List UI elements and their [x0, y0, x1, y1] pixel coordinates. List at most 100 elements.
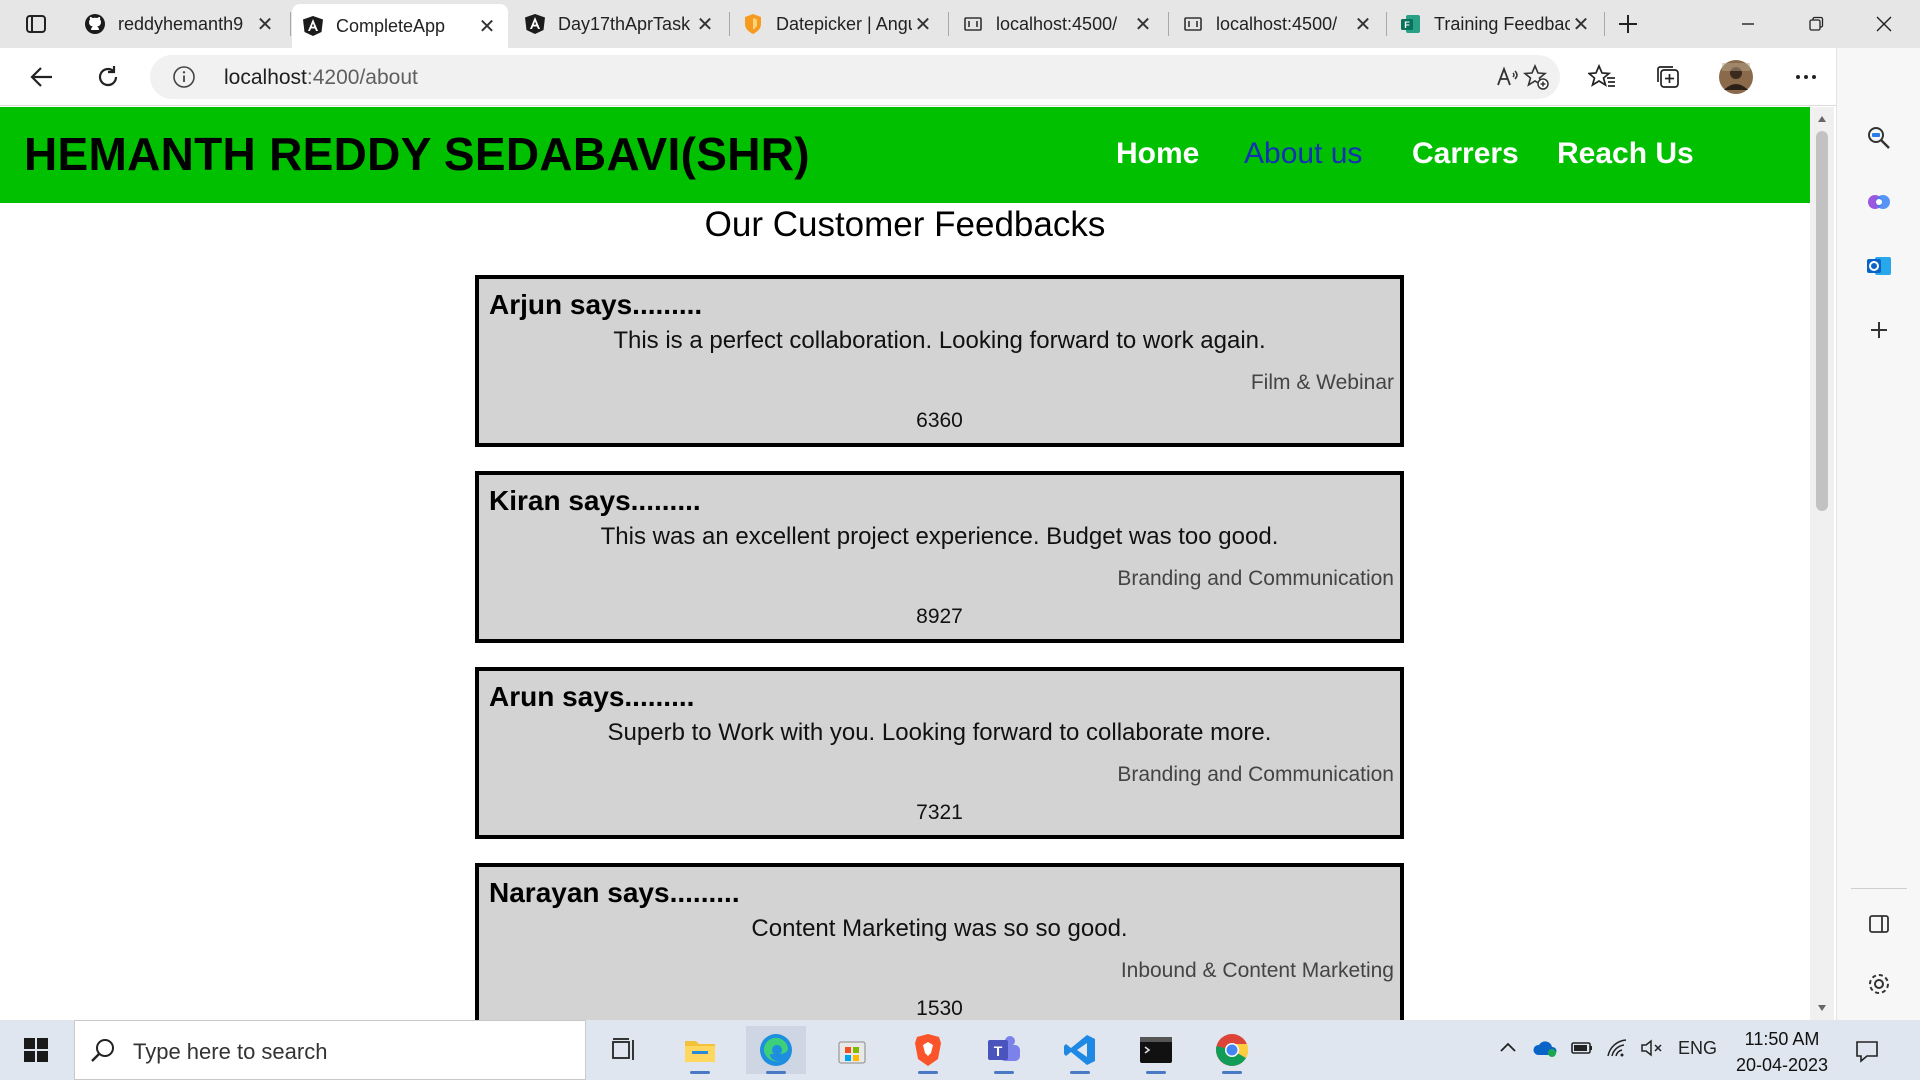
tab-divider	[290, 12, 291, 36]
sidebar-outlook-button[interactable]	[1859, 246, 1899, 286]
tab-completeapp[interactable]: CompleteApp ✕	[292, 4, 508, 48]
tab-title: Datepicker | Angular	[776, 13, 912, 34]
store-icon	[838, 1041, 866, 1064]
taskbar-file-explorer[interactable]	[670, 1026, 730, 1074]
tab-datepicker[interactable]: Datepicker | Angular ✕	[732, 6, 944, 42]
feedback-message: Content Marketing was so so good.	[751, 915, 1128, 942]
onedrive-tray-button[interactable]	[1532, 1038, 1558, 1063]
site-brand[interactable]: HEMANTH REDDY SEDABAVI(SHR)	[24, 127, 810, 181]
nav-about-link[interactable]: About us	[1244, 137, 1362, 171]
tab-actions-button[interactable]	[10, 0, 62, 48]
taskbar-brave[interactable]	[898, 1026, 958, 1074]
url-host: localhost	[224, 66, 307, 89]
favorites-icon	[1588, 63, 1615, 87]
search-icon	[91, 1039, 114, 1062]
tab-title: CompleteApp	[336, 15, 446, 36]
input-language[interactable]: ENG	[1678, 1038, 1717, 1059]
brave-icon	[915, 1034, 941, 1066]
url-path: :4200/about	[306, 66, 418, 89]
info-icon[interactable]	[172, 65, 196, 89]
tab-day17[interactable]: Day17thAprTask ✕	[514, 6, 726, 42]
edge-sidebar	[1836, 48, 1920, 1020]
sidebar-search-button[interactable]	[1859, 118, 1899, 158]
avatar	[1719, 60, 1753, 94]
taskbar-store[interactable]	[822, 1026, 882, 1074]
sidebar-toggle-icon	[1869, 915, 1889, 933]
settings-more-button[interactable]	[1786, 57, 1826, 97]
tab-github[interactable]: reddyhemanth9 ✕	[74, 6, 286, 42]
taskbar-search-box[interactable]: Type here to search	[74, 1020, 586, 1080]
tab-training-feedback[interactable]: F Training Feedback ✕	[1390, 6, 1602, 42]
new-tab-button[interactable]	[1612, 8, 1644, 40]
taskbar-vscode[interactable]	[1050, 1026, 1110, 1074]
wifi-icon	[1607, 1039, 1627, 1057]
favorites-button[interactable]	[1582, 57, 1622, 97]
back-button[interactable]	[22, 57, 62, 97]
taskbar-terminal[interactable]	[1126, 1026, 1186, 1074]
running-indicator	[690, 1071, 710, 1074]
task-view-button[interactable]	[594, 1026, 654, 1074]
restore-button[interactable]	[1782, 0, 1850, 48]
feedback-number: 6360	[916, 409, 963, 432]
close-tab-icon[interactable]: ✕	[912, 13, 934, 36]
volume-muted-icon	[1641, 1039, 1662, 1057]
show-hidden-icons-button[interactable]	[1498, 1038, 1518, 1063]
feedback-number: 7321	[916, 801, 963, 824]
tab-localhost-4500-a[interactable]: localhost:4500/ ✕	[952, 6, 1164, 42]
tab-divider	[729, 12, 730, 36]
taskbar-edge[interactable]	[746, 1026, 806, 1074]
taskbar-chrome[interactable]	[1202, 1026, 1262, 1074]
localhost-icon	[1182, 13, 1204, 35]
nav-reach-link[interactable]: Reach Us	[1557, 137, 1694, 171]
close-icon	[1876, 16, 1892, 32]
collections-button[interactable]	[1648, 57, 1688, 97]
tab-localhost-4500-b[interactable]: localhost:4500/ ✕	[1172, 6, 1384, 42]
feedback-number: 8927	[916, 605, 963, 628]
page-scrollbar[interactable]	[1810, 107, 1834, 1020]
notifications-button[interactable]	[1850, 1034, 1884, 1068]
close-tab-icon[interactable]: ✕	[476, 15, 498, 38]
battery-tray-button[interactable]	[1570, 1038, 1594, 1063]
folder-icon	[685, 1041, 715, 1062]
close-tab-icon[interactable]: ✕	[1570, 13, 1592, 36]
read-aloud-button[interactable]	[1494, 63, 1522, 91]
sidebar-settings-button[interactable]	[1859, 964, 1899, 1004]
taskbar-teams[interactable]: T	[974, 1026, 1034, 1074]
scroll-up-icon[interactable]	[1814, 111, 1830, 127]
close-tab-icon[interactable]: ✕	[254, 13, 276, 36]
refresh-button[interactable]	[88, 57, 128, 97]
refresh-icon	[98, 66, 118, 87]
feedback-author: Arjun says.........	[489, 289, 703, 320]
chevron-up-icon	[1500, 1042, 1516, 1052]
scrollbar-thumb[interactable]	[1816, 131, 1828, 511]
wifi-tray-button[interactable]	[1606, 1038, 1630, 1063]
system-clock[interactable]: 11:50 AM 20-04-2023	[1720, 1026, 1844, 1078]
start-button[interactable]	[0, 1020, 72, 1080]
nav-home-link[interactable]: Home	[1116, 137, 1199, 171]
profile-button[interactable]	[1716, 57, 1756, 97]
svg-text:T: T	[994, 1043, 1003, 1059]
github-icon	[84, 13, 106, 35]
sidebar-add-button[interactable]	[1859, 310, 1899, 350]
close-tab-icon[interactable]: ✕	[1132, 13, 1154, 36]
scroll-down-icon[interactable]	[1814, 1000, 1830, 1016]
taskbar: Type here to search T ENG 11:50 AM 20-04…	[0, 1020, 1920, 1080]
page-title: Our Customer Feedbacks	[704, 205, 1106, 244]
sidebar-copilot-button[interactable]	[1859, 182, 1899, 222]
collections-icon	[1657, 66, 1679, 88]
copilot-icon	[1868, 195, 1890, 209]
minimize-button[interactable]	[1714, 0, 1782, 48]
sidebar-hide-button[interactable]	[1859, 904, 1899, 944]
close-window-button[interactable]	[1850, 0, 1918, 48]
nav-careers-link[interactable]: Carrers	[1412, 137, 1519, 171]
address-bar[interactable]: localhost:4200/about	[150, 55, 1560, 99]
address-url[interactable]: localhost:4200/about	[224, 66, 418, 90]
vscode-icon	[1064, 1035, 1095, 1065]
volume-tray-button[interactable]	[1640, 1038, 1664, 1063]
add-favorite-button[interactable]	[1522, 63, 1550, 91]
feedback-author: Arun says.........	[489, 681, 695, 712]
close-tab-icon[interactable]: ✕	[694, 13, 716, 36]
close-tab-icon[interactable]: ✕	[1352, 13, 1374, 36]
svg-text:F: F	[1404, 20, 1410, 30]
notification-icon	[1856, 1041, 1878, 1063]
